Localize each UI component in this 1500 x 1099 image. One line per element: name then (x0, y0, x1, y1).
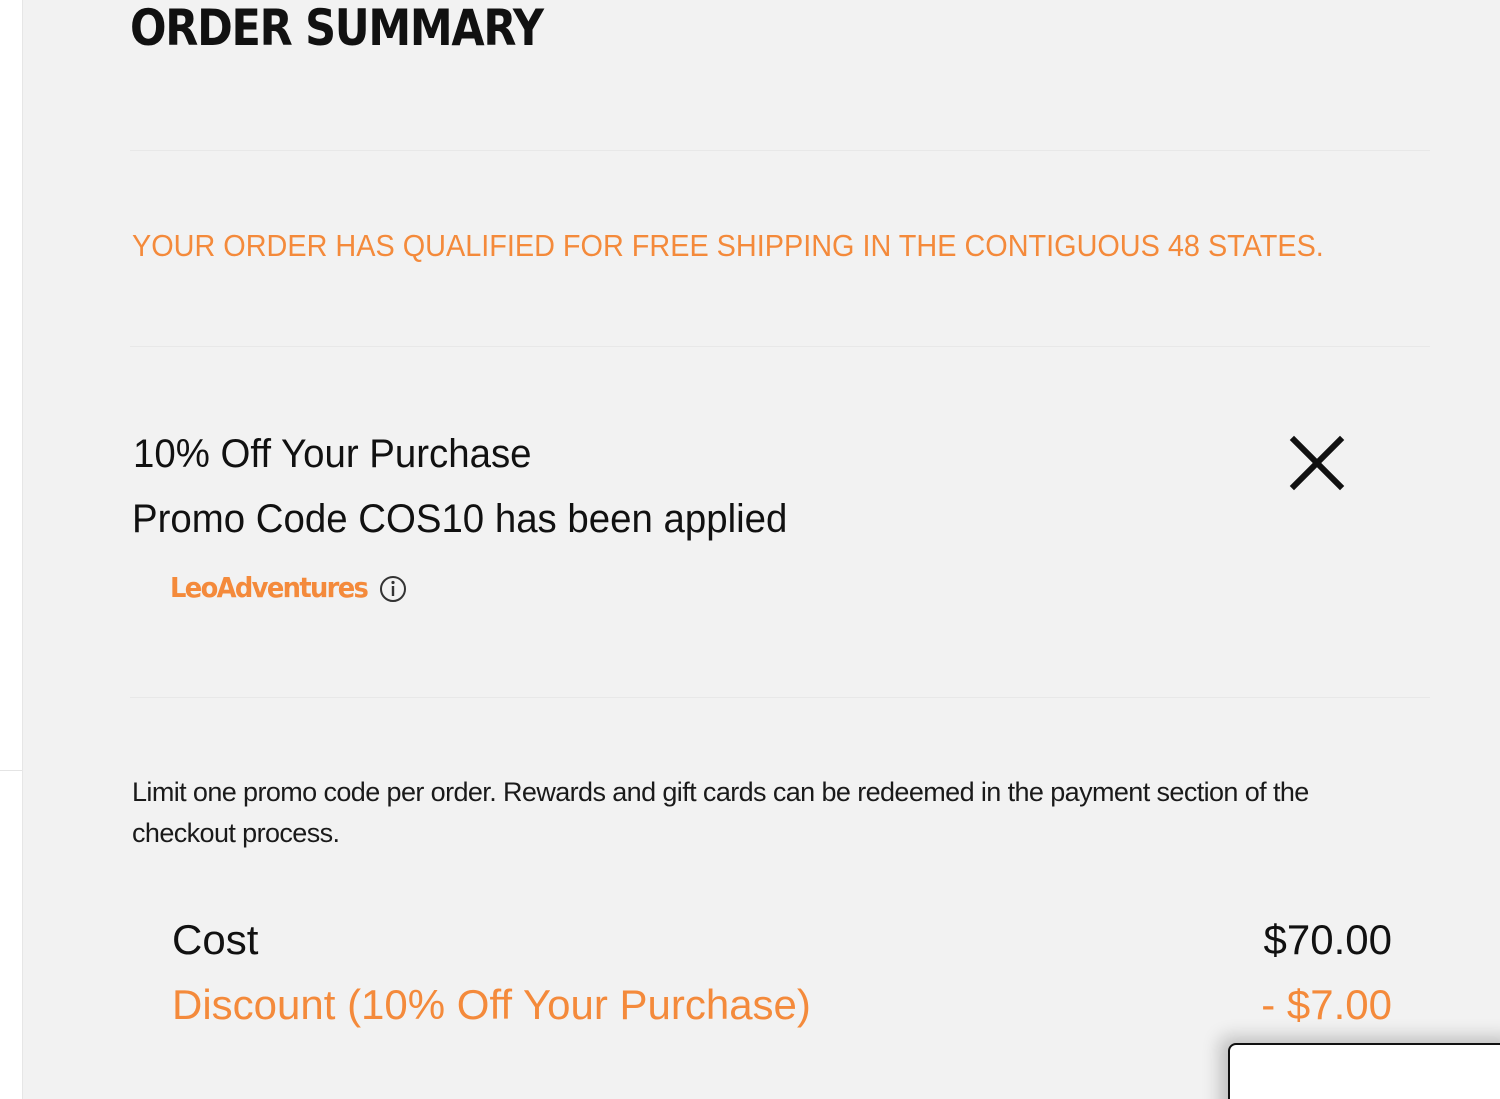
cost-label: Cost (172, 916, 259, 963)
promo-fine-print: Limit one promo code per order. Rewards … (132, 777, 1309, 848)
cost-row: Cost $70.00 (172, 914, 1392, 966)
left-divider (0, 770, 22, 771)
free-shipping-message: YOUR ORDER HAS QUALIFIED FOR FREE SHIPPI… (132, 228, 1324, 263)
discount-row: Discount (10% Off Your Purchase) - $7.00 (172, 979, 1392, 1031)
cost-value: $70.00 (1263, 916, 1392, 963)
promo-title: 10% Off Your Purchase (133, 432, 532, 476)
promo-applied-message: Promo Code COS10 has been applied (132, 497, 788, 541)
info-icon[interactable] (378, 574, 408, 609)
checkout-page: ORDER SUMMARY YOUR ORDER HAS QUALIFIED F… (0, 0, 1500, 1099)
promo-brand: LeoAdventures (170, 568, 408, 608)
order-summary-title: ORDER SUMMARY (130, 0, 544, 57)
divider (130, 346, 1430, 347)
discount-label: Discount (10% Off Your Purchase) (172, 981, 811, 1028)
floating-widget[interactable] (1228, 1043, 1500, 1099)
remove-promo-button[interactable] (1284, 430, 1350, 496)
divider (130, 150, 1430, 151)
brand-name: LeoAdventures (170, 571, 369, 604)
discount-value: - $7.00 (1261, 981, 1392, 1028)
close-icon (1289, 435, 1345, 491)
divider (130, 697, 1430, 698)
